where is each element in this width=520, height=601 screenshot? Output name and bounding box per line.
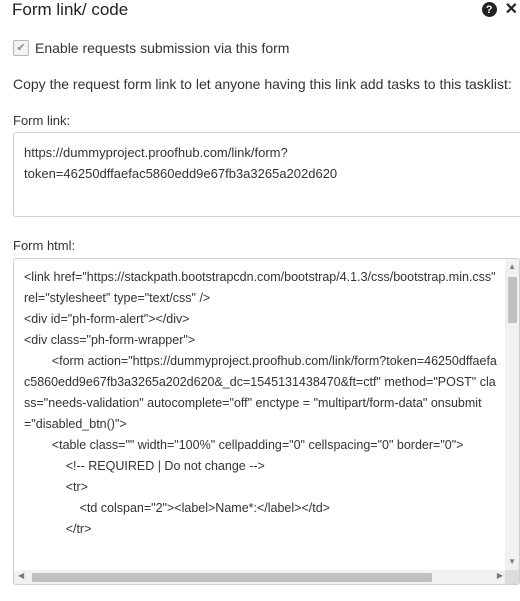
scroll-right-icon[interactable]: ▶ (497, 571, 503, 580)
form-link-field[interactable]: https://dummyproject.proofhub.com/link/f… (13, 132, 520, 217)
form-link-label: Form link: (13, 113, 71, 128)
form-html-code[interactable]: <link href="https://stackpath.bootstrapc… (24, 267, 498, 540)
enable-requests-checkbox[interactable]: ✔ (13, 40, 29, 56)
header-actions: ? ✕ (481, 2, 518, 18)
scrollbar-corner (505, 570, 519, 584)
horizontal-scroll-thumb[interactable] (32, 573, 432, 582)
help-icon[interactable]: ? (481, 2, 497, 17)
dialog-title: Form link/ code (12, 0, 129, 19)
vertical-scroll-thumb[interactable] (508, 277, 517, 323)
form-html-label: Form html: (13, 238, 76, 253)
vertical-scrollbar[interactable]: ▲ ▼ (505, 259, 519, 571)
enable-requests-label: Enable requests submission via this form (35, 40, 290, 56)
scroll-up-icon[interactable]: ▲ (508, 262, 516, 271)
close-icon[interactable]: ✕ (505, 2, 518, 18)
form-html-field[interactable]: <link href="https://stackpath.bootstrapc… (13, 258, 520, 585)
scroll-left-icon[interactable]: ◀ (18, 571, 24, 580)
enable-requests-row[interactable]: ✔ Enable requests submission via this fo… (13, 40, 289, 56)
form-description: Copy the request form link to let anyone… (13, 76, 512, 92)
scroll-down-icon[interactable]: ▼ (508, 557, 516, 566)
horizontal-scrollbar[interactable]: ◀ ▶ (14, 570, 507, 584)
